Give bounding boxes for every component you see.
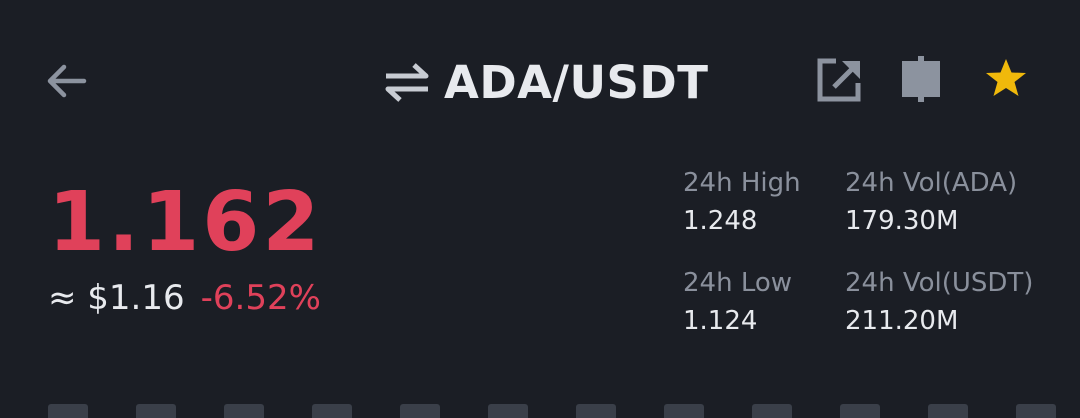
arrow-left-icon bbox=[47, 64, 87, 98]
favorite-button[interactable] bbox=[980, 53, 1032, 105]
tab-placeholder bbox=[664, 404, 704, 418]
stat-24h-vol-quote: 24h Vol(USDT) 211.20M bbox=[845, 270, 1033, 334]
tab-placeholder bbox=[48, 404, 88, 418]
tab-placeholder bbox=[840, 404, 880, 418]
tab-placeholder bbox=[224, 404, 264, 418]
stat-label: 24h Vol(ADA) bbox=[845, 168, 1018, 198]
tab-placeholder bbox=[312, 404, 352, 418]
pair-name: ADA/USDT bbox=[444, 55, 709, 109]
pair-selector[interactable]: ADA/USDT bbox=[384, 52, 708, 112]
tab-placeholder bbox=[928, 404, 968, 418]
swap-arrows-icon bbox=[385, 63, 429, 102]
stat-value: 1.124 bbox=[683, 306, 758, 336]
tab-placeholder bbox=[752, 404, 792, 418]
star-icon bbox=[986, 59, 1026, 96]
stat-label: 24h Low bbox=[683, 268, 793, 298]
tab-placeholder bbox=[576, 404, 616, 418]
stat-value: 179.30M bbox=[845, 206, 959, 236]
stat-value: 1.248 bbox=[683, 206, 758, 236]
interval-tabs-cutoff bbox=[0, 404, 1080, 418]
share-external-icon bbox=[817, 58, 861, 102]
panel-split-icon bbox=[902, 56, 940, 102]
last-price: 1.162 bbox=[48, 175, 323, 270]
tab-placeholder bbox=[488, 404, 528, 418]
panel-toggle-button[interactable] bbox=[896, 53, 948, 105]
stat-value: 211.20M bbox=[845, 306, 959, 336]
tab-placeholder bbox=[1016, 404, 1056, 418]
share-button[interactable] bbox=[814, 53, 866, 105]
stat-label: 24h High bbox=[683, 168, 801, 198]
price-summary: 1.162 ≈ $1.16 -6.52% bbox=[48, 175, 323, 319]
top-bar: ADA/USDT bbox=[0, 0, 1080, 165]
tab-placeholder bbox=[136, 404, 176, 418]
stat-label: 24h Vol(USDT) bbox=[845, 268, 1034, 298]
stat-24h-high: 24h High 1.248 bbox=[683, 170, 801, 234]
change-percent: -6.52% bbox=[200, 278, 321, 318]
back-button[interactable] bbox=[40, 55, 92, 107]
stat-24h-vol-base: 24h Vol(ADA) 179.30M bbox=[845, 170, 1017, 234]
fiat-price: ≈ $1.16 bbox=[48, 278, 185, 318]
tab-placeholder bbox=[400, 404, 440, 418]
stat-24h-low: 24h Low 1.124 bbox=[683, 270, 792, 334]
